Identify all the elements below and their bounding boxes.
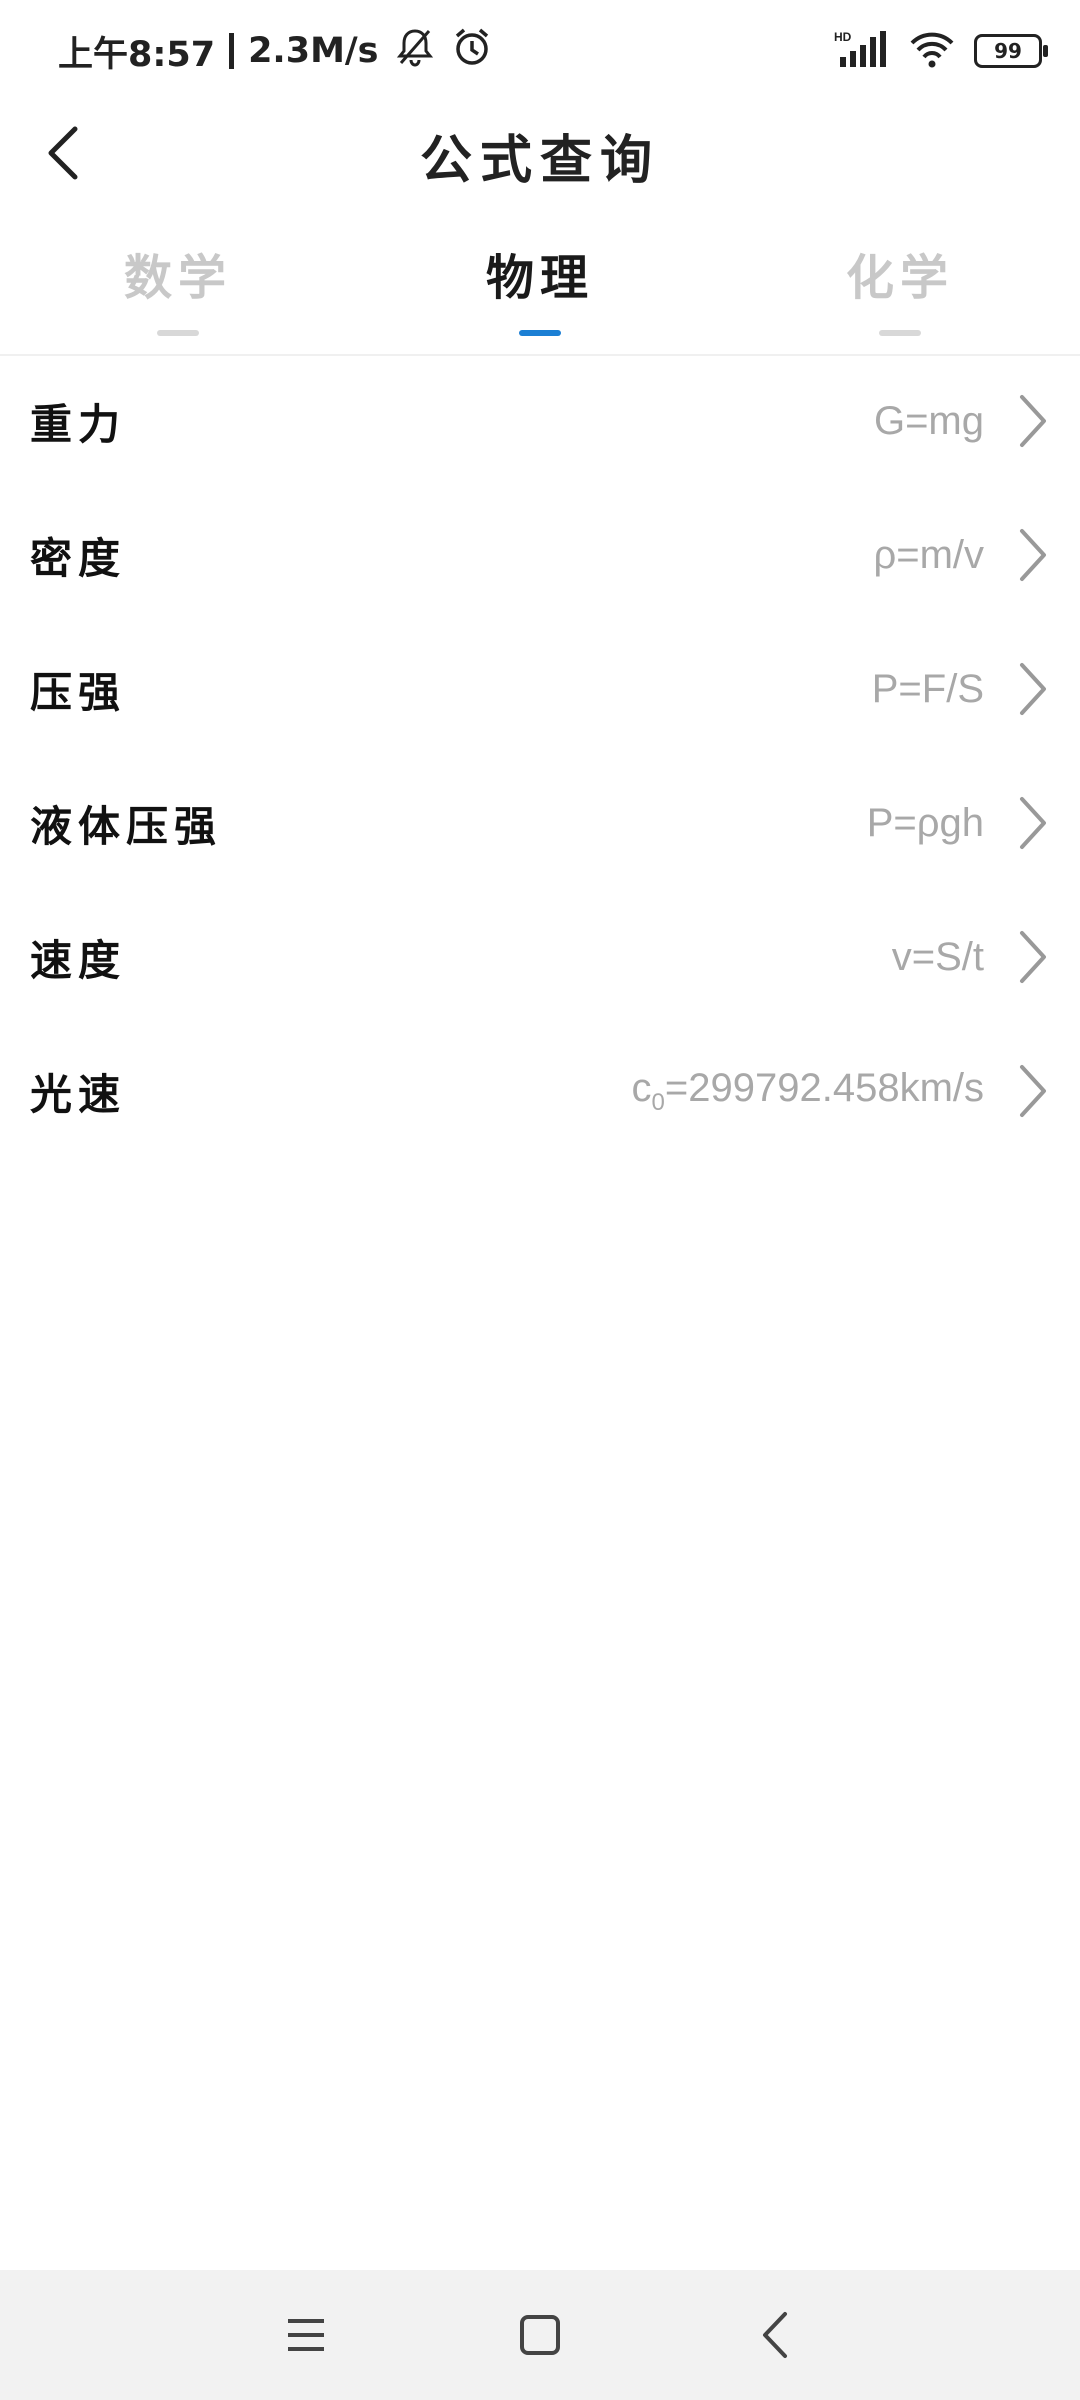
- formula-row-density[interactable]: 密度 ρ=m/v: [0, 488, 1080, 622]
- chevron-right-icon: [1008, 1061, 1058, 1121]
- alarm-icon: [451, 26, 493, 77]
- chevron-right-icon: [1008, 659, 1058, 719]
- formula-prefix: c: [631, 1065, 652, 1110]
- home-button[interactable]: [500, 2300, 580, 2370]
- chevron-right-icon: [1008, 391, 1058, 451]
- formula-value: P=F/S: [871, 666, 984, 711]
- formula-row-pressure[interactable]: 压强 P=F/S: [0, 622, 1080, 756]
- subject-tabs: 数学 物理 化学: [0, 220, 1080, 356]
- tab-label: 数学: [123, 250, 232, 306]
- formula-list: 重力 G=mg 密度 ρ=m/v 压强 P=F/S 液体压强 P=ρgh 速度 …: [0, 354, 1080, 1158]
- formula-rest: =299792.458km/s: [664, 1065, 984, 1110]
- status-divider: [229, 33, 235, 69]
- formula-name: 光速: [30, 1069, 127, 1119]
- tab-physics[interactable]: 物理: [420, 238, 660, 336]
- status-time: 上午8:57: [58, 34, 216, 75]
- formula-value: ρ=m/v: [873, 532, 984, 577]
- formula-name: 压强: [30, 667, 127, 717]
- menu-button[interactable]: [266, 2300, 346, 2370]
- formula-value: P=ρgh: [866, 800, 984, 845]
- tab-math[interactable]: 数学: [58, 238, 298, 336]
- page-title: 公式查询: [419, 130, 660, 191]
- menu-icon: [288, 2319, 324, 2351]
- square-icon: [520, 2315, 560, 2355]
- formula-name: 液体压强: [30, 801, 223, 851]
- tab-indicator-active: [519, 330, 561, 336]
- svg-text:HD: HD: [834, 30, 852, 44]
- bell-muted-icon: [393, 25, 437, 78]
- system-nav-bar: [0, 2270, 1080, 2400]
- formula-name: 速度: [30, 935, 127, 985]
- system-back-button[interactable]: [734, 2300, 814, 2370]
- formula-value: c0=299792.458km/s: [632, 1066, 984, 1117]
- app-header: 公式查询: [0, 100, 1080, 200]
- status-left: 上午8:57 2.3M/s: [58, 26, 493, 76]
- tab-label: 化学: [845, 250, 954, 306]
- tab-label: 物理: [485, 250, 594, 306]
- status-right: HD 99: [834, 24, 1048, 78]
- network-speed: 2.3M/s: [248, 31, 379, 71]
- formula-name: 重力: [30, 399, 127, 449]
- chevron-left-icon: [763, 2312, 787, 2358]
- formula-name: 密度: [30, 533, 127, 583]
- battery-level: 99: [994, 39, 1022, 63]
- formula-row-gravity[interactable]: 重力 G=mg: [0, 354, 1080, 488]
- formula-row-light-speed[interactable]: 光速 c0=299792.458km/s: [0, 1024, 1080, 1158]
- battery-icon: 99: [974, 34, 1048, 68]
- signal-icon: HD: [834, 29, 890, 73]
- formula-row-liquid-pressure[interactable]: 液体压强 P=ρgh: [0, 756, 1080, 890]
- tab-indicator: [879, 330, 921, 336]
- formula-value: G=mg: [873, 398, 984, 443]
- chevron-right-icon: [1008, 927, 1058, 987]
- tab-chemistry[interactable]: 化学: [780, 238, 1020, 336]
- chevron-right-icon: [1008, 525, 1058, 585]
- formula-row-velocity[interactable]: 速度 v=S/t: [0, 890, 1080, 1024]
- wifi-icon: [908, 29, 956, 73]
- status-bar: 上午8:57 2.3M/s HD 99: [0, 0, 1080, 100]
- formula-value: v=S/t: [891, 934, 984, 979]
- formula-subscript: 0: [651, 1088, 665, 1116]
- chevron-right-icon: [1008, 793, 1058, 853]
- tab-indicator: [157, 330, 199, 336]
